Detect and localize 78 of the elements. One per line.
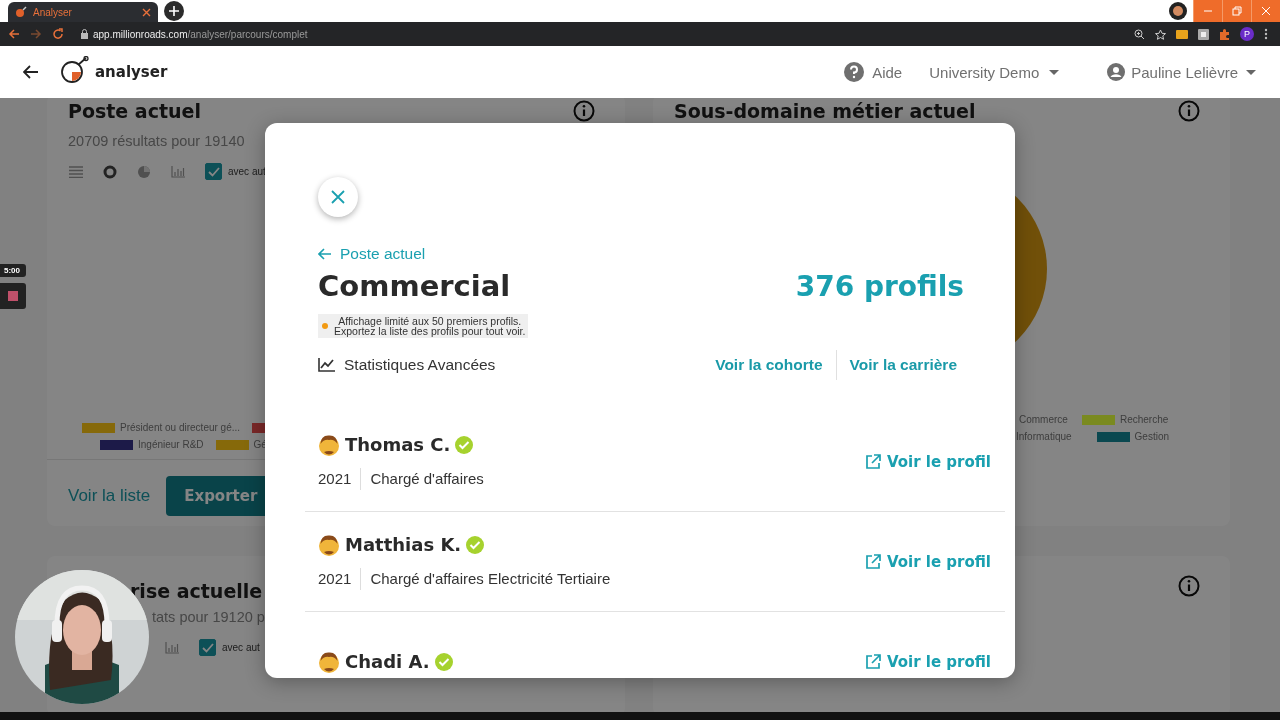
profile-avatar[interactable]: P [1240,27,1254,41]
legend-label: Président ou directeur gé... [120,422,241,433]
extension-icon[interactable] [1176,29,1188,39]
puzzle-icon[interactable] [1219,28,1230,40]
notice-text: Affichage limité aux 50 premiers profils. Exportez la liste des profils pour tout voir. [334,316,526,336]
user-icon [1107,63,1126,81]
checkbox-label: avec aut [222,642,260,653]
back-arrow-icon [318,248,332,260]
legend-label: Informatique [1016,431,1072,442]
profile-position: Chargé d'affaires [370,470,484,487]
profile-year: 2021 [318,470,352,487]
info-icon[interactable] [1178,575,1200,597]
profile-name: Chadi A. [345,651,430,672]
new-tab-button[interactable] [164,1,184,21]
advanced-stats-link[interactable]: Statistiques Avancées [318,356,496,374]
card-title: Poste actuel [68,100,201,122]
caret-icon [1246,69,1256,75]
line-chart-icon [318,358,335,372]
help-icon[interactable] [844,62,865,82]
legend-label: Gestion [1134,431,1170,442]
person-icon [318,433,340,456]
legend-label: Ingénieur R&D [138,439,204,450]
external-link-icon [864,653,881,670]
user-menu[interactable]: Pauline Lelièvre [1131,63,1238,81]
results-count: tats pour 19120 p [152,609,266,625]
reload-icon[interactable] [52,28,64,40]
star-icon[interactable] [1155,28,1166,40]
browser-tab[interactable]: Analyser [8,2,158,22]
recording-timer: 5:00 [0,264,26,277]
view-link[interactable]: Voir la cohorte [710,350,828,380]
media-icon[interactable] [1169,2,1187,20]
close-button[interactable] [1251,0,1280,22]
profile-name: Matthias K. [345,534,462,555]
list-link[interactable]: Voir la liste [68,486,151,506]
logo-icon [61,56,89,84]
url-field[interactable]: app.millionroads.com/analyser/parcours/complet [93,28,308,40]
checkbox[interactable] [199,639,216,656]
close-icon [1261,6,1271,16]
profile-count: 376 profils [795,269,964,303]
view-link[interactable]: Voir la carrière [844,350,962,380]
view-profile-link[interactable]: Voir le profil [864,552,991,571]
info-icon[interactable] [573,100,595,122]
caret-icon [1049,69,1060,75]
profile-name: Thomas C. [345,434,451,455]
profile-position: Chargé d'affaires Electricité Tertiaire [370,570,611,587]
back-arrow-icon[interactable] [23,65,39,79]
legend-label: Recherche [1119,414,1169,425]
tab-title: Analyser [33,6,73,18]
profile-year: 2021 [318,570,352,587]
checkbox-label: avec aut [228,166,266,177]
extension-icon[interactable] [1198,28,1209,40]
organization-menu[interactable]: University Demo [929,63,1040,81]
back-icon[interactable] [8,28,20,40]
logo-icon [15,6,27,18]
menu-icon[interactable] [1264,28,1268,40]
external-link-icon [864,553,881,570]
help-link[interactable]: Aide [872,63,903,81]
lock-icon [80,29,89,39]
view-profile-link[interactable]: Voir le profil [864,452,991,471]
stop-button[interactable] [0,283,26,309]
info-icon[interactable] [1178,100,1200,122]
restore-icon [1232,6,1242,16]
person-icon [318,650,340,673]
donut-icon[interactable] [103,164,117,179]
checkbox[interactable] [205,163,222,180]
close-button[interactable] [318,177,358,217]
back-link[interactable]: Poste actuel [318,245,426,263]
view-profile-link[interactable]: Voir le profil [864,652,991,671]
card-title: Sous-domaine métier actuel [674,100,976,122]
close-icon[interactable] [142,7,151,17]
external-link-icon [864,453,881,470]
app-name: analyser [95,63,168,81]
close-icon [331,190,345,204]
zoom-icon[interactable] [1134,28,1145,40]
results-count: 20709 résultats pour 19140 [68,133,246,149]
person-icon [318,533,340,556]
legend-label: Commerce [1019,414,1068,425]
dialog-title: Commercial [318,269,511,303]
